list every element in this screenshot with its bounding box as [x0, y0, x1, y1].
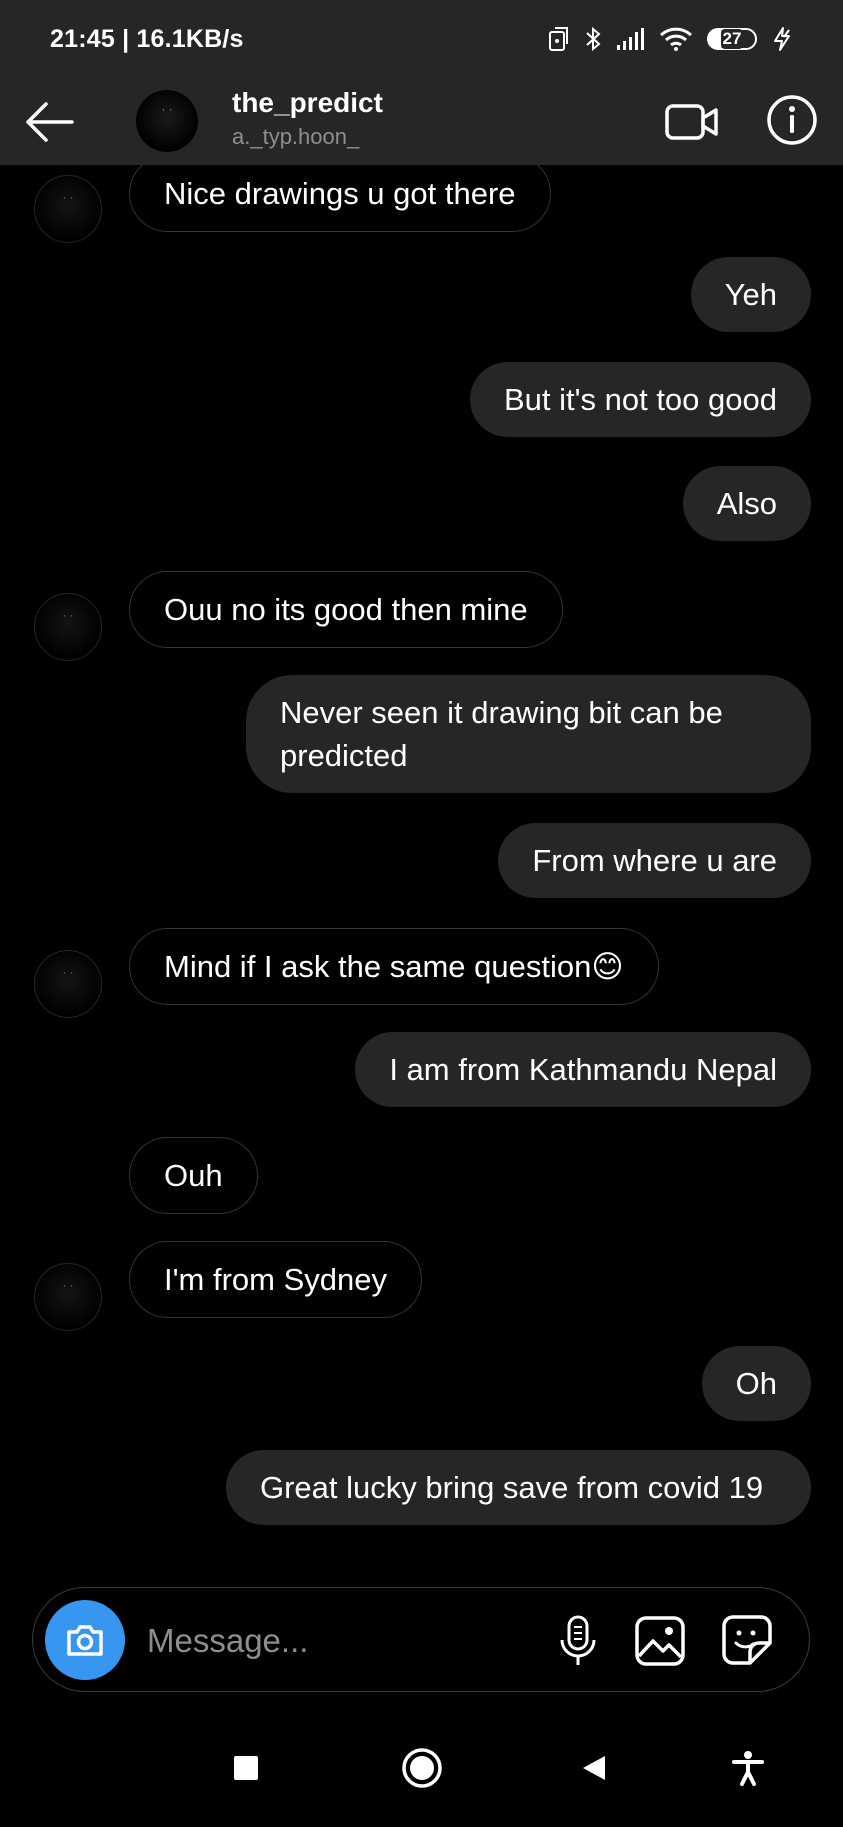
image-icon — [635, 1616, 685, 1666]
battery-icon: 27 — [707, 28, 757, 50]
chat-header: the_predict a._typ.hoon_ — [0, 78, 843, 165]
video-call-button[interactable] — [664, 94, 720, 150]
home-circle-icon — [402, 1748, 442, 1788]
message-outgoing[interactable]: But it's not too good — [469, 362, 811, 437]
back-button[interactable] — [22, 94, 78, 150]
screen-rotate-icon — [547, 26, 571, 52]
info-icon — [767, 95, 817, 145]
message-incoming[interactable]: Ouu no its good then mine — [129, 571, 563, 648]
bluetooth-icon — [585, 26, 601, 52]
triangle-back-icon — [583, 1756, 605, 1780]
message-incoming[interactable]: I'm from Sydney — [129, 1241, 422, 1318]
voice-message-button[interactable] — [553, 1614, 603, 1668]
message-outgoing[interactable]: I am from Kathmandu Nepal — [355, 1032, 811, 1107]
square-icon — [234, 1756, 258, 1780]
message-outgoing[interactable]: Great lucky bring save from covid 19 — [226, 1450, 811, 1525]
message-incoming[interactable]: Nice drawings u got there — [129, 165, 551, 232]
status-icons: 27 — [547, 26, 793, 52]
microphone-icon — [560, 1615, 596, 1665]
message-outgoing[interactable]: From where u are — [498, 823, 811, 898]
status-time-speed: 21:45 | 16.1KB/s — [50, 24, 244, 53]
message-incoming[interactable]: Mind if I ask the same question😊 — [129, 928, 659, 1005]
gallery-button[interactable] — [633, 1614, 687, 1668]
header-names[interactable]: the_predict a._typ.hoon_ — [232, 84, 383, 152]
message-composer — [32, 1587, 810, 1692]
conversation-username: a._typ.hoon_ — [232, 124, 360, 149]
sender-avatar[interactable] — [34, 593, 102, 661]
info-button[interactable] — [764, 92, 820, 148]
sender-avatar[interactable] — [34, 950, 102, 1018]
camera-button[interactable] — [45, 1600, 125, 1680]
camera-icon — [67, 1625, 103, 1656]
sticker-button[interactable] — [719, 1612, 775, 1668]
message-outgoing[interactable]: Also — [682, 466, 811, 541]
recents-button[interactable] — [218, 1740, 274, 1796]
signal-icon — [615, 27, 645, 51]
system-nav-bar — [0, 1712, 843, 1827]
home-button[interactable] — [394, 1740, 450, 1796]
back-nav-button[interactable] — [566, 1740, 622, 1796]
message-outgoing[interactable]: Oh — [701, 1346, 811, 1421]
video-camera-icon — [665, 104, 718, 140]
message-incoming[interactable]: Ouh — [129, 1137, 258, 1214]
charging-icon — [771, 26, 793, 52]
sender-avatar[interactable] — [34, 175, 102, 243]
status-bar: 21:45 | 16.1KB/s 27 — [0, 0, 843, 78]
arrow-left-icon — [26, 102, 74, 142]
message-thread[interactable]: Nice drawings u got there Yeh But it's n… — [0, 165, 843, 1567]
accessibility-button[interactable] — [720, 1740, 776, 1796]
sender-avatar[interactable] — [34, 1263, 102, 1331]
accessibility-icon — [732, 1751, 764, 1786]
battery-level: 27 — [720, 29, 744, 49]
wifi-icon — [659, 26, 693, 52]
conversation-title[interactable]: the_predict — [232, 84, 383, 122]
message-outgoing[interactable]: Never seen it drawing bit can be predict… — [246, 675, 811, 793]
message-outgoing[interactable]: Yeh — [690, 257, 811, 332]
message-input[interactable] — [145, 1612, 529, 1670]
header-avatar[interactable] — [136, 90, 198, 152]
sticker-icon — [722, 1615, 772, 1665]
